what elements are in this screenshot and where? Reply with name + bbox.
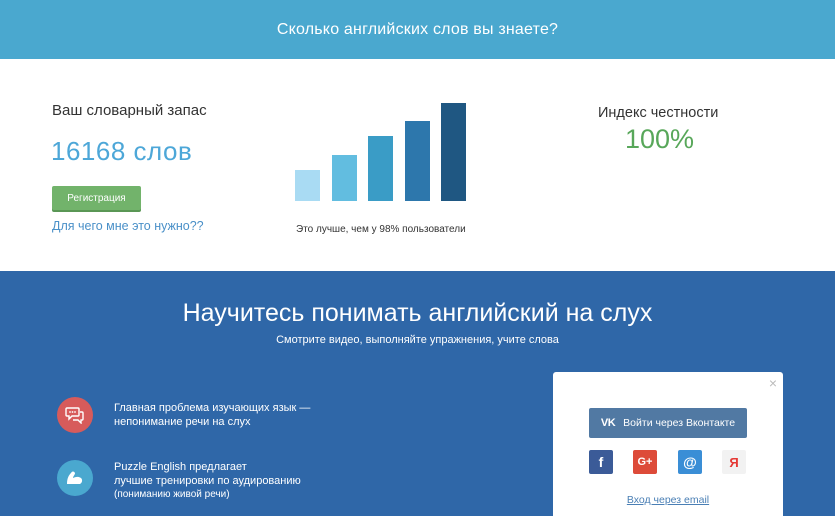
yandex-icon[interactable]: Я xyxy=(722,450,746,474)
level-bar-3 xyxy=(368,136,393,201)
mail-ru-icon[interactable]: @ xyxy=(678,450,702,474)
level-bars xyxy=(295,99,470,201)
level-bar-5 xyxy=(441,103,466,201)
facebook-icon[interactable]: f xyxy=(589,450,613,474)
speech-bubbles-icon xyxy=(57,397,93,433)
level-bar-4 xyxy=(405,121,430,201)
register-button[interactable]: Регистрация xyxy=(52,186,141,210)
result-section: Ваш словарный запас 16168 слов Регистрац… xyxy=(0,59,835,271)
promo-section: Научитесь понимать английский на слух См… xyxy=(0,271,835,516)
level-bar-1 xyxy=(295,170,320,201)
comparison-caption: Это лучше, чем у 98% пользователи xyxy=(296,224,466,235)
level-bar-2 xyxy=(332,155,357,201)
vk-login-button[interactable]: VK Войти через Вконтакте xyxy=(589,408,747,438)
why-link[interactable]: Для чего мне это нужно?? xyxy=(52,219,204,233)
vk-login-label: Войти через Вконтакте xyxy=(623,417,736,429)
honesty-label: Индекс честности xyxy=(598,105,719,121)
promo-title: Научитесь понимать английский на слух xyxy=(182,299,653,327)
muscle-arm-icon xyxy=(57,460,93,496)
vk-logo-icon: VK xyxy=(600,417,616,429)
google-plus-icon[interactable]: G+ xyxy=(633,450,657,474)
banner-title: Сколько английских слов вы знаете? xyxy=(276,20,559,38)
vocab-value: 16168 слов xyxy=(51,136,193,166)
vocab-label: Ваш словарный запас xyxy=(52,102,207,119)
close-icon[interactable]: × xyxy=(769,376,777,390)
honesty-value: 100% xyxy=(625,124,695,154)
feature-offer-text: Puzzle English предлагает лучшие трениро… xyxy=(114,461,301,500)
login-card: × VK Войти через Вконтакте f G+ @ Я Вход… xyxy=(553,372,783,516)
feature-problem-text: Главная проблема изучающих язык — непони… xyxy=(114,402,311,428)
top-banner: Сколько английских слов вы знаете? xyxy=(0,0,835,59)
promo-subtitle: Смотрите видео, выполняйте упражнения, у… xyxy=(276,334,559,346)
email-login-link[interactable]: Вход через email xyxy=(553,494,783,506)
